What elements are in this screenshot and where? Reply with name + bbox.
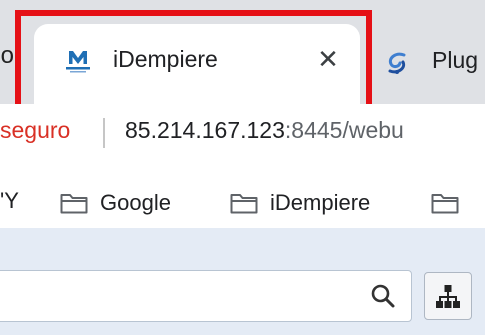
tab-highlight-box	[15, 10, 372, 112]
previous-tab[interactable]: o	[0, 42, 14, 82]
address-bar[interactable]: seguro 85.214.167.123:8445/webu	[0, 104, 485, 162]
search-input[interactable]	[0, 270, 412, 322]
page-header-band	[0, 228, 485, 335]
search-icon[interactable]	[370, 283, 396, 309]
bookmarks-bar: 'Y Google iDempiere	[0, 162, 485, 228]
bookmark-label: Google	[100, 190, 171, 215]
url-host: 85.214.167.123	[125, 117, 285, 143]
bookmark-google[interactable]: Google	[60, 188, 171, 218]
bookmark-idempiere[interactable]: iDempiere	[230, 188, 370, 218]
tree-menu-button[interactable]	[424, 272, 472, 320]
url-text[interactable]: 85.214.167.123:8445/webu	[125, 117, 404, 144]
folder-icon	[431, 194, 459, 214]
url-path: :8445/webu	[284, 117, 404, 143]
tree-icon	[436, 285, 460, 308]
bookmark-label: iDempiere	[270, 190, 371, 215]
tab-strip: o iDempiere ✕ Plug	[0, 0, 485, 112]
address-divider	[103, 118, 105, 148]
bookmark-folder[interactable]	[431, 188, 459, 218]
folder-icon	[60, 194, 88, 214]
bookmark-cut-label[interactable]: 'Y	[0, 188, 19, 214]
folder-icon	[230, 194, 258, 214]
next-tab-title[interactable]: Plug	[432, 47, 478, 74]
swirl-icon[interactable]	[384, 50, 410, 76]
previous-tab-title: o	[0, 42, 14, 69]
not-secure-label[interactable]: seguro	[0, 117, 70, 144]
